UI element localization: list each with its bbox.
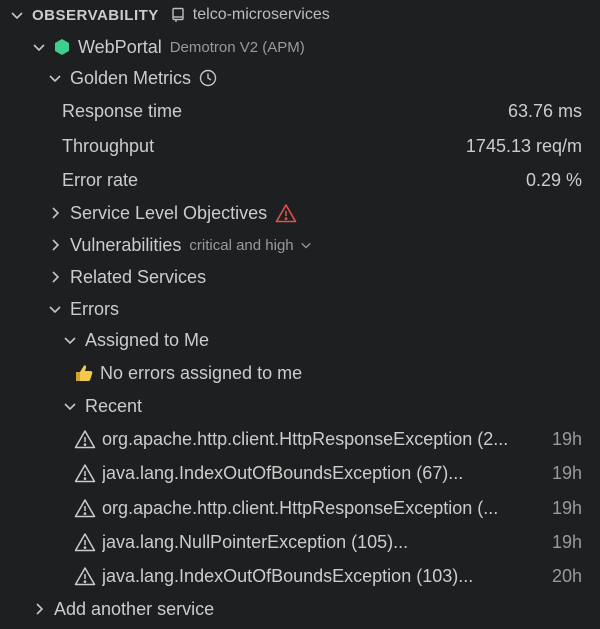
error-text: org.apache.http.client.HttpResponseExcep…	[102, 497, 499, 518]
error-text: java.lang.IndexOutOfBoundsException (103…	[102, 565, 474, 586]
error-item[interactable]: java.lang.NullPointerException (105)... …	[0, 527, 600, 557]
error-item[interactable]: org.apache.http.client.HttpResponseExcep…	[0, 493, 600, 523]
error-item[interactable]: org.apache.http.client.HttpResponseExcep…	[0, 424, 600, 454]
assigned-to-me-section[interactable]: Assigned to Me	[0, 325, 600, 355]
entity-status-icon	[54, 38, 70, 56]
chevron-down-icon[interactable]	[46, 69, 64, 87]
vulnerabilities-section[interactable]: Vulnerabilities critical and high	[0, 230, 600, 260]
errors-section[interactable]: Errors	[0, 294, 600, 324]
vulnerabilities-label: Vulnerabilities	[70, 234, 182, 255]
error-text: java.lang.IndexOutOfBoundsException (67)…	[102, 462, 464, 483]
warning-icon	[74, 498, 96, 518]
error-time: 19h	[551, 462, 582, 483]
chevron-right-icon[interactable]	[30, 600, 48, 618]
recent-errors-section[interactable]: Recent	[0, 391, 600, 421]
chevron-down-icon[interactable]	[61, 331, 79, 349]
warning-icon	[74, 532, 96, 552]
vulnerabilities-filter[interactable]: critical and high	[189, 237, 293, 254]
chevron-right-icon[interactable]	[46, 268, 64, 286]
entity-account: Demotron V2 (APM)	[169, 38, 305, 56]
metric-name: Error rate	[62, 169, 139, 190]
error-text: org.apache.http.client.HttpResponseExcep…	[102, 428, 509, 449]
entity-row[interactable]: WebPortal Demotron V2 (APM)	[0, 32, 600, 62]
error-item[interactable]: java.lang.IndexOutOfBoundsException (103…	[0, 561, 600, 591]
error-time: 19h	[551, 428, 582, 449]
slo-label: Service Level Objectives	[70, 202, 268, 223]
metric-row-response-time: Response time 63.76 ms	[0, 96, 600, 126]
repo-icon	[171, 7, 185, 23]
warning-icon	[275, 203, 297, 223]
golden-metrics-section[interactable]: Golden Metrics	[0, 63, 600, 93]
panel-title: OBSERVABILITY	[32, 6, 159, 24]
error-time: 19h	[551, 531, 582, 552]
metric-name: Response time	[62, 100, 183, 121]
metric-value: 0.29 %	[525, 169, 582, 190]
clock-icon[interactable]	[199, 69, 217, 87]
metric-name: Throughput	[62, 135, 155, 156]
related-services-section[interactable]: Related Services	[0, 262, 600, 292]
golden-metrics-label: Golden Metrics	[70, 67, 192, 88]
metric-row-error-rate: Error rate 0.29 %	[0, 165, 600, 195]
chevron-down-icon[interactable]	[61, 397, 79, 415]
metric-value: 63.76 ms	[507, 100, 582, 121]
chevron-down-icon[interactable]	[300, 239, 312, 251]
add-service-row[interactable]: Add another service	[0, 594, 600, 624]
assigned-to-me-label: Assigned to Me	[85, 329, 210, 350]
no-errors-row: No errors assigned to me	[0, 358, 600, 388]
metric-row-throughput: Throughput 1745.13 req/m	[0, 131, 600, 161]
slo-section[interactable]: Service Level Objectives	[0, 198, 600, 228]
metric-value: 1745.13 req/m	[465, 135, 582, 156]
repo-name: telco-microservices	[192, 6, 330, 23]
chevron-right-icon[interactable]	[46, 204, 64, 222]
error-item[interactable]: java.lang.IndexOutOfBoundsException (67)…	[0, 458, 600, 488]
warning-icon	[74, 429, 96, 449]
thumbs-up-icon	[74, 363, 94, 383]
warning-icon	[74, 566, 96, 586]
related-services-label: Related Services	[70, 266, 207, 287]
error-time: 19h	[551, 497, 582, 518]
error-time: 20h	[551, 565, 582, 586]
errors-label: Errors	[70, 298, 119, 319]
chevron-right-icon[interactable]	[46, 236, 64, 254]
no-errors-text: No errors assigned to me	[100, 362, 303, 383]
error-text: java.lang.NullPointerException (105)...	[102, 531, 409, 552]
panel-header[interactable]: OBSERVABILITY telco-microservices	[0, 0, 600, 30]
recent-label: Recent	[85, 395, 143, 416]
chevron-down-icon[interactable]	[30, 38, 48, 56]
chevron-down-icon[interactable]	[46, 300, 64, 318]
add-service-label: Add another service	[54, 598, 215, 619]
observability-panel: OBSERVABILITY telco-microservices WebPor…	[0, 0, 600, 629]
entity-name: WebPortal	[78, 36, 162, 57]
chevron-down-icon[interactable]	[8, 6, 26, 24]
warning-icon	[74, 463, 96, 483]
